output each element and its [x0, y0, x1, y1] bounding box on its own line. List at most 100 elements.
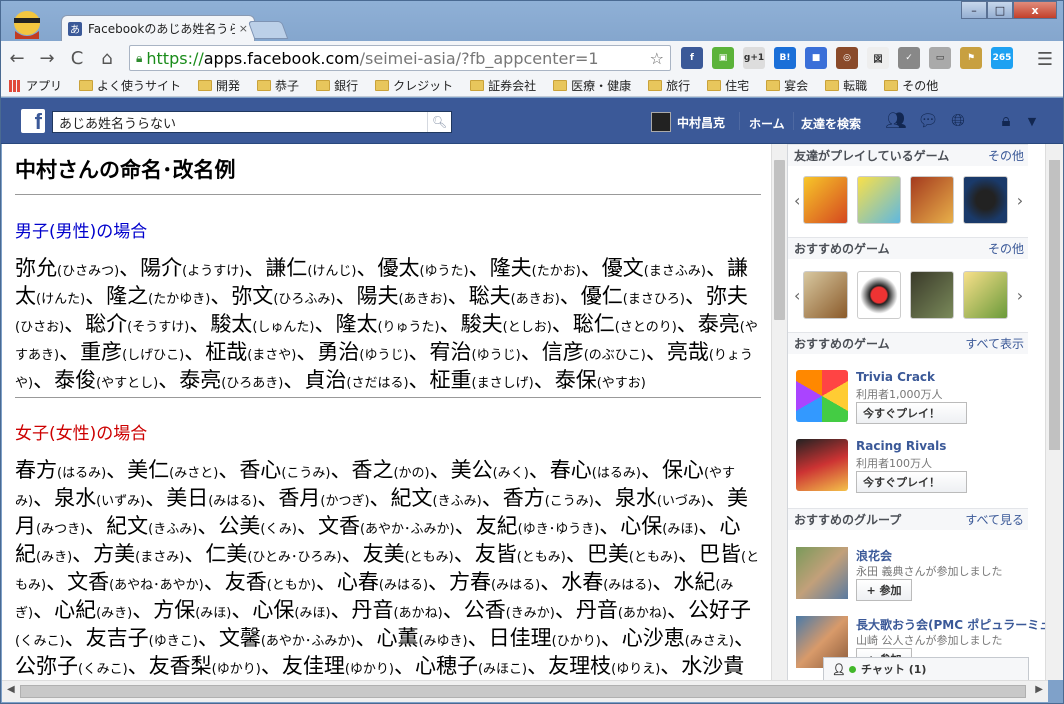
game-thumbnail[interactable] [963, 271, 1008, 319]
address-bar[interactable]: 🔒︎ https:// apps.facebook.com /seimei-as… [129, 45, 671, 71]
messages-icon[interactable]: 💬︎ [917, 111, 939, 131]
extension-3-icon[interactable]: B! [774, 47, 796, 69]
name-reading: (まさひろ) [622, 292, 685, 307]
tab-facebook-app[interactable]: あ Facebookのあじあ姓名うらない × [61, 15, 255, 41]
reload-button[interactable]: C [63, 44, 91, 72]
bookmark-item[interactable]: 銀行 [316, 77, 358, 94]
bookmarks-bar: アプリ よく使うサイト 開発 恭子 銀行 クレジット 証券会社 医療・健康 旅行 住宅 宴会 転職 その… [1, 75, 1063, 97]
scrollbar-thumb[interactable] [1049, 160, 1060, 450]
extension-6-icon[interactable]: 図 [867, 47, 889, 69]
group-name[interactable]: 長大歌おう会(PMC ポピュラーミュージッククラブ) [856, 616, 1045, 633]
bookmark-item[interactable]: 証券会社 [470, 77, 536, 94]
bookmark-item[interactable]: 旅行 [648, 77, 690, 94]
app-thumbnail[interactable] [796, 439, 848, 491]
name-kanji: 香方 [502, 486, 545, 510]
carousel-right-icon[interactable]: › [1017, 191, 1026, 210]
tab-close-icon[interactable]: × [239, 22, 248, 35]
game-thumbnail[interactable] [963, 176, 1008, 224]
search-icon[interactable]: 🔍︎ [427, 112, 451, 132]
page-vertical-scrollbar[interactable] [1045, 144, 1063, 680]
home-button[interactable]: ⌂ [93, 44, 121, 72]
friend-requests-icon[interactable]: 👥︎ [885, 111, 907, 131]
play-now-button[interactable]: 今すぐプレイ！ [856, 471, 967, 493]
recommended-groups-see-all-link[interactable]: すべて見る [965, 511, 1024, 528]
extension-10-icon[interactable]: 265 [991, 47, 1013, 69]
bookmark-item[interactable]: 開発 [198, 77, 240, 94]
new-tab-button[interactable] [247, 21, 289, 39]
extension-7-icon[interactable]: ✓ [898, 47, 920, 69]
recommended-games-more-link[interactable]: その他 [988, 240, 1024, 257]
facebook-search-input[interactable]: あじあ姓名うらない 🔍︎ [52, 111, 452, 133]
scroll-left-icon[interactable]: ◀ [7, 684, 15, 695]
horizontal-scrollbar[interactable]: ◀ ▶ [2, 680, 1048, 702]
facebook-logo-icon[interactable]: f [21, 109, 45, 133]
name-reading: (みはる) [491, 578, 541, 593]
game-thumbnail[interactable] [856, 176, 901, 224]
carousel-right-icon[interactable]: › [1017, 286, 1026, 305]
bookmark-item[interactable]: よく使うサイト [79, 77, 181, 94]
name-kanji: 仁美 [205, 542, 248, 566]
extension-9-icon[interactable]: ⚑ [960, 47, 982, 69]
folder-icon [375, 80, 390, 91]
game-thumbnail[interactable] [803, 176, 848, 224]
name-kanji: 丹音 [575, 598, 618, 622]
scrollbar-thumb[interactable] [20, 685, 1026, 698]
notifications-globe-icon[interactable]: 🌐︎ [947, 111, 969, 131]
group-name[interactable]: 浪花会 [856, 547, 892, 564]
name-kanji: 巴皆 [699, 542, 742, 566]
group-item: 浪花会 永田 義典さんが参加しました + 参加 [796, 547, 1032, 607]
name-kanji: 謙仁 [265, 256, 308, 280]
name-kanji: 友香 [224, 570, 267, 594]
privacy-lock-icon[interactable]: 🔒︎ [995, 111, 1017, 131]
bookmark-item[interactable]: 医療・健康 [553, 77, 631, 94]
home-link[interactable]: ホーム [749, 115, 785, 132]
name-reading: (けんじ) [307, 264, 357, 279]
forward-button[interactable]: → [33, 44, 61, 72]
app-name[interactable]: Racing Rivals [856, 439, 946, 453]
bookmark-item[interactable]: アプリ [9, 77, 62, 94]
scroll-right-icon[interactable]: ▶ [1035, 684, 1043, 695]
scrollbar-thumb[interactable] [774, 160, 785, 320]
friends-games-more-link[interactable]: その他 [988, 147, 1024, 164]
game-thumbnail[interactable] [856, 271, 901, 319]
game-thumbnail[interactable] [910, 176, 955, 224]
close-window-button[interactable]: x [1013, 1, 1057, 19]
bookmark-item[interactable]: 宴会 [766, 77, 808, 94]
carousel-left-icon[interactable]: ‹ [794, 286, 803, 305]
minimize-button[interactable]: – [961, 1, 987, 19]
bookmark-item[interactable]: 住宅 [707, 77, 749, 94]
bookmark-item[interactable]: クレジット [375, 77, 453, 94]
bookmark-star-icon[interactable]: ☆ [650, 49, 664, 68]
game-thumbnail[interactable] [910, 271, 955, 319]
content-vertical-scrollbar[interactable] [771, 144, 787, 680]
browser-menu-icon[interactable]: ☰ [1037, 49, 1053, 70]
name-kanji: 泰俊 [54, 368, 97, 392]
find-friends-link[interactable]: 友達を検索 [801, 115, 861, 132]
extension-0-icon[interactable]: f [681, 47, 703, 69]
carousel-left-icon[interactable]: ‹ [794, 191, 803, 210]
extension-1-icon[interactable]: ▣ [712, 47, 734, 69]
app-name[interactable]: Trivia Crack [856, 370, 935, 384]
play-now-button[interactable]: 今すぐプレイ！ [856, 402, 967, 424]
name-kanji: 春方 [15, 458, 57, 482]
profile-avatar-icon[interactable] [9, 9, 49, 39]
app-thumbnail[interactable] [796, 370, 848, 422]
header-divider [739, 112, 740, 130]
profile-link[interactable]: 中村昌克 [651, 112, 725, 132]
account-chevron-down-icon[interactable]: ▼ [1021, 111, 1043, 131]
extension-4-icon[interactable]: ■ [805, 47, 827, 69]
back-button[interactable]: ← [3, 44, 31, 72]
extension-2-icon[interactable]: g+1 [743, 47, 765, 69]
extension-5-icon[interactable]: ◎ [836, 47, 858, 69]
join-group-button[interactable]: + 参加 [856, 579, 912, 601]
extension-8-icon[interactable]: ▭ [929, 47, 951, 69]
tab-bar: あ Facebookのあじあ姓名うらない × – □ x [1, 1, 1063, 41]
bookmark-item[interactable]: 転職 [825, 77, 867, 94]
group-thumbnail[interactable] [796, 547, 848, 599]
bookmark-item[interactable]: その他 [884, 77, 938, 94]
bookmark-item[interactable]: 恭子 [257, 77, 299, 94]
maximize-button[interactable]: □ [987, 1, 1013, 19]
chat-bar[interactable]: 👤︎ チャット (1) [823, 657, 1029, 681]
game-thumbnail[interactable] [803, 271, 848, 319]
recommended-apps-show-all-link[interactable]: すべて表示 [965, 335, 1024, 352]
